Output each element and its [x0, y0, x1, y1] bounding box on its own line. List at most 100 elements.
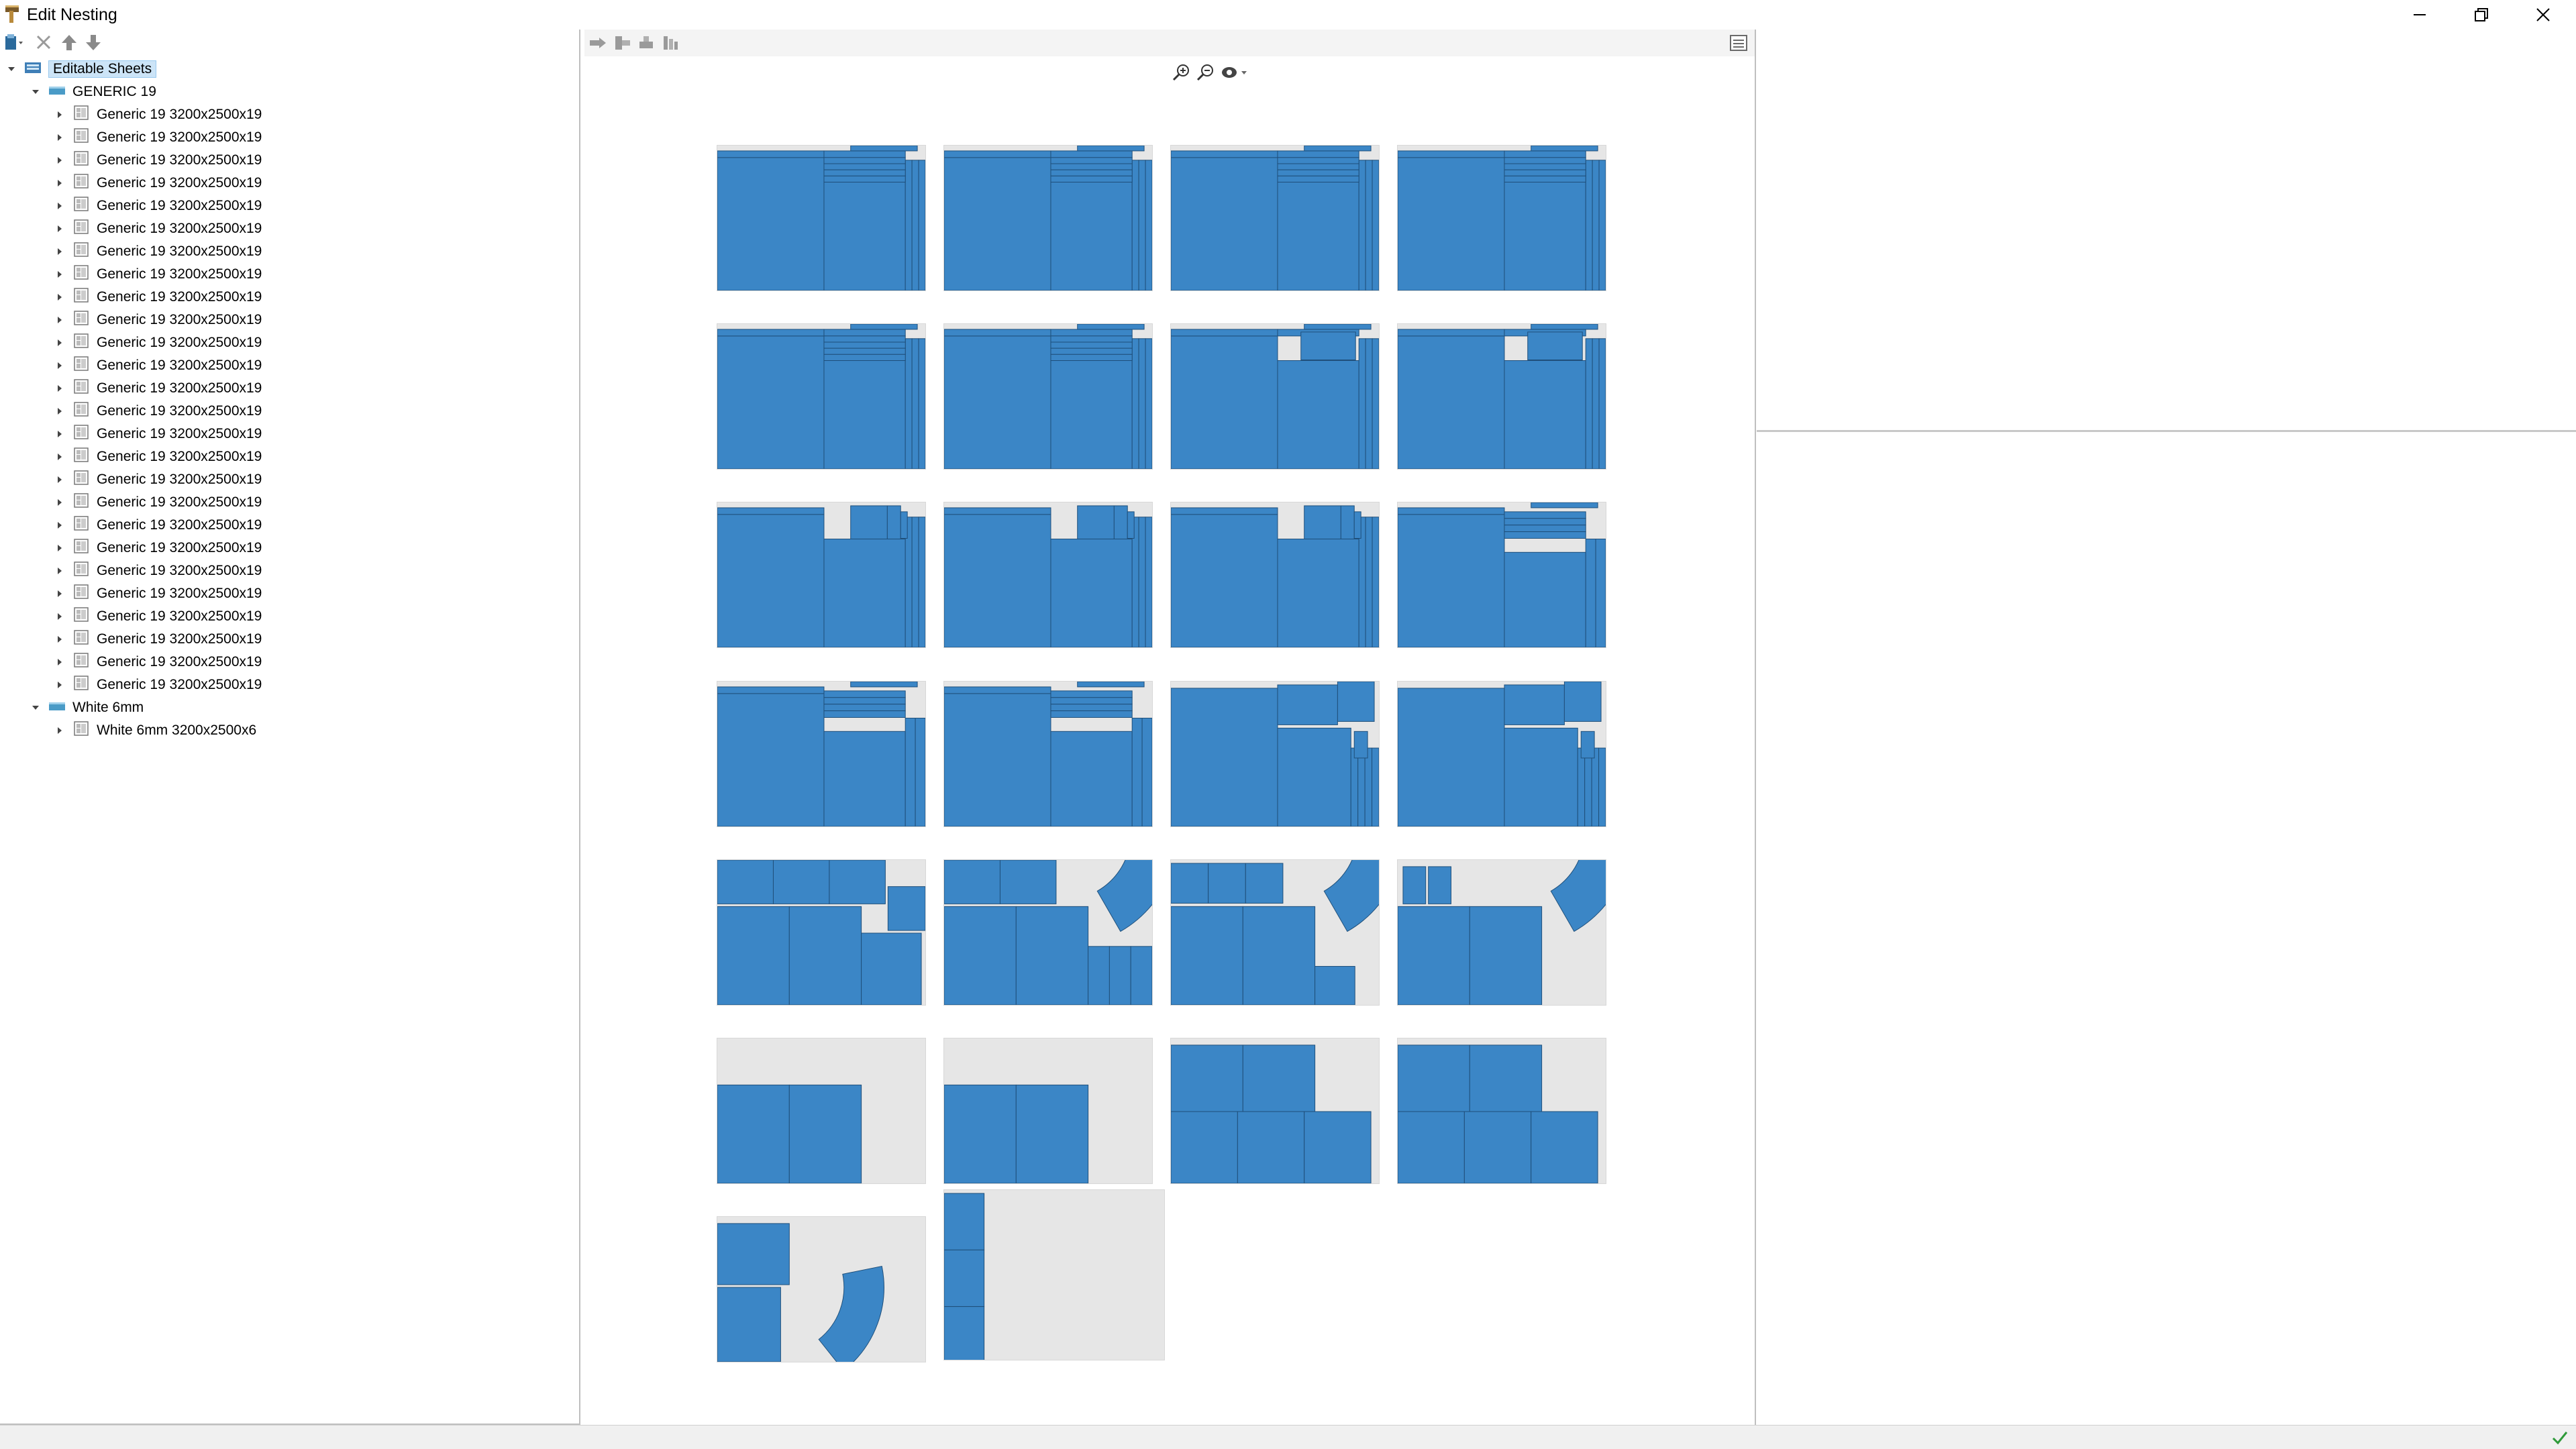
tree-item[interactable]: Generic 19 3200x2500x19: [54, 172, 262, 195]
chevron-right-icon[interactable]: [54, 451, 66, 463]
tree-item[interactable]: Generic 19 3200x2500x19: [54, 674, 262, 696]
sheet-thumbnail[interactable]: [717, 859, 926, 1006]
chevron-right-icon[interactable]: [54, 109, 66, 121]
tree-item[interactable]: Generic 19 3200x2500x19: [54, 628, 262, 651]
chevron-right-icon[interactable]: [54, 200, 66, 212]
tree-item[interactable]: Generic 19 3200x2500x19: [54, 559, 262, 582]
sheet-thumbnail[interactable]: [943, 145, 1153, 291]
sheet-thumbnail[interactable]: [1397, 323, 1606, 470]
chevron-right-icon[interactable]: [54, 519, 66, 531]
tree-item[interactable]: Generic 19 3200x2500x19: [54, 309, 262, 331]
chevron-right-icon[interactable]: [54, 177, 66, 189]
chevron-right-icon[interactable]: [54, 291, 66, 303]
chevron-right-icon[interactable]: [54, 428, 66, 440]
sheet-thumbnail[interactable]: [943, 681, 1153, 827]
sheet-thumbnail[interactable]: [717, 145, 926, 291]
tree-item[interactable]: Generic 19 3200x2500x19: [54, 240, 262, 263]
chevron-right-icon[interactable]: [54, 405, 66, 417]
view-list-icon[interactable]: [1729, 34, 1748, 52]
tree-item[interactable]: Generic 19 3200x2500x19: [54, 582, 262, 605]
restore-button[interactable]: [2451, 0, 2512, 30]
sheet-thumbnail[interactable]: [717, 323, 926, 470]
tree-item[interactable]: Generic 19 3200x2500x19: [54, 195, 262, 217]
chevron-right-icon[interactable]: [54, 588, 66, 600]
tree-item[interactable]: Generic 19 3200x2500x19: [54, 537, 262, 559]
tree-item[interactable]: Generic 19 3200x2500x19: [54, 651, 262, 674]
move-up-icon[interactable]: [59, 32, 79, 52]
sheet-thumbnail[interactable]: [943, 1038, 1153, 1184]
tree-item[interactable]: Generic 19 3200x2500x19: [54, 605, 262, 628]
sheet-thumbnail[interactable]: [943, 502, 1153, 648]
chevron-right-icon[interactable]: [54, 610, 66, 623]
sheet-thumbnail[interactable]: [1397, 681, 1606, 827]
chevron-right-icon[interactable]: [54, 542, 66, 554]
chevron-right-icon[interactable]: [54, 656, 66, 668]
sheet-thumbnail[interactable]: [1170, 502, 1380, 648]
tree-item[interactable]: Generic 19 3200x2500x19: [54, 126, 262, 149]
tree-item[interactable]: Generic 19 3200x2500x19: [54, 377, 262, 400]
tree-item[interactable]: Generic 19 3200x2500x19: [54, 217, 262, 240]
zoom-out-icon[interactable]: [1196, 63, 1215, 82]
sheet-thumbnail[interactable]: [1397, 1038, 1606, 1184]
chevron-right-icon[interactable]: [54, 314, 66, 326]
chevron-right-icon[interactable]: [54, 382, 66, 394]
tree-item[interactable]: Generic 19 3200x2500x19: [54, 103, 262, 126]
tree-item[interactable]: Generic 19 3200x2500x19: [54, 263, 262, 286]
chevron-right-icon[interactable]: [54, 154, 66, 166]
sheet-thumbnail[interactable]: [1397, 502, 1606, 648]
sheet-thumbnail[interactable]: [1170, 323, 1380, 470]
add-sheet-icon[interactable]: [3, 32, 23, 52]
tree-item[interactable]: Generic 19 3200x2500x19: [54, 491, 262, 514]
sheet-thumbnail[interactable]: [1170, 681, 1380, 827]
delete-icon[interactable]: [34, 32, 54, 52]
chevron-right-icon[interactable]: [54, 679, 66, 691]
tree-item[interactable]: Generic 19 3200x2500x19: [54, 331, 262, 354]
chevron-right-icon[interactable]: [54, 337, 66, 349]
sheet-thumbnail[interactable]: [1170, 1038, 1380, 1184]
chevron-right-icon[interactable]: [54, 724, 66, 737]
sheet-thumbnail[interactable]: [717, 502, 926, 648]
tree-item[interactable]: Generic 19 3200x2500x19: [54, 468, 262, 491]
chevron-right-icon[interactable]: [54, 131, 66, 144]
tree-item[interactable]: Generic 19 3200x2500x19: [54, 445, 262, 468]
tree-item[interactable]: Generic 19 3200x2500x19: [54, 149, 262, 172]
sheet-thumbnail[interactable]: [1397, 145, 1606, 291]
chevron-right-icon[interactable]: [54, 633, 66, 645]
sheet-thumbnail[interactable]: [943, 859, 1153, 1006]
close-button[interactable]: [2512, 0, 2574, 30]
align-bottom-icon[interactable]: [637, 34, 656, 52]
sheet-thumbnail[interactable]: [717, 681, 926, 827]
sheet-thumbnail[interactable]: [943, 1189, 1165, 1360]
zoom-in-icon[interactable]: [1172, 63, 1190, 82]
tree-item[interactable]: Generic 19 3200x2500x19: [54, 423, 262, 445]
chevron-right-icon[interactable]: [54, 223, 66, 235]
arrange-right-icon[interactable]: [588, 34, 607, 52]
chevron-down-icon[interactable]: [5, 63, 17, 75]
chevron-right-icon[interactable]: [54, 246, 66, 258]
sheet-thumbnail[interactable]: [1397, 859, 1606, 1006]
chevron-right-icon[interactable]: [54, 474, 66, 486]
chevron-right-icon[interactable]: [54, 565, 66, 577]
tree-root[interactable]: Editable Sheets: [5, 58, 157, 80]
chevron-down-icon[interactable]: [30, 86, 42, 98]
sheet-thumbnail[interactable]: [717, 1216, 926, 1362]
sheet-thumbnail[interactable]: [1170, 859, 1380, 1006]
minimize-button[interactable]: [2389, 0, 2451, 30]
sheet-thumbnail[interactable]: [717, 1038, 926, 1184]
tree-item[interactable]: Generic 19 3200x2500x19: [54, 354, 262, 377]
tree-item[interactable]: Generic 19 3200x2500x19: [54, 514, 262, 537]
arrange-left-icon[interactable]: [613, 34, 631, 52]
chevron-down-icon[interactable]: [30, 702, 42, 714]
chevron-right-icon[interactable]: [54, 268, 66, 280]
tree-group[interactable]: White 6mm: [30, 696, 144, 719]
sheet-thumbnail[interactable]: [943, 323, 1153, 470]
tree-item[interactable]: White 6mm 3200x2500x6: [54, 719, 256, 742]
chevron-right-icon[interactable]: [54, 360, 66, 372]
tree-item[interactable]: Generic 19 3200x2500x19: [54, 286, 262, 309]
sheet-thumbnail[interactable]: [1170, 145, 1380, 291]
align-distribute-icon[interactable]: [661, 34, 680, 52]
chevron-right-icon[interactable]: [54, 496, 66, 508]
view-options-icon[interactable]: [1220, 63, 1248, 82]
tree-group[interactable]: GENERIC 19: [30, 80, 156, 103]
move-down-icon[interactable]: [83, 32, 103, 52]
